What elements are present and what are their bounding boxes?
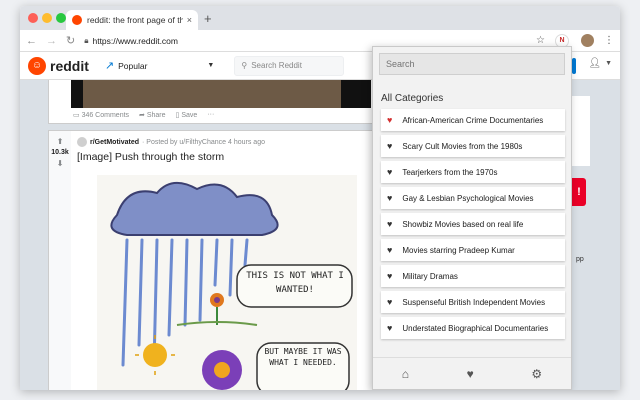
new-tab-button[interactable]: + — [204, 11, 212, 26]
heart-icon[interactable]: ♥ — [387, 141, 392, 151]
category-item[interactable]: ♥ Suspenseful British Independent Movies — [381, 291, 565, 313]
speech-bubble-2: BUT MAYBE IT WAS WHAT I NEEDED. — [264, 347, 342, 367]
post-image[interactable]: THIS IS NOT WHAT I WANTED! BUT MAYBE IT … — [97, 175, 357, 390]
heart-icon[interactable]: ♥ — [387, 323, 392, 333]
user-icon: 👤︎ — [588, 58, 602, 69]
downvote-icon[interactable]: ⬇ — [57, 159, 64, 168]
reddit-search-placeholder: Search Reddit — [251, 61, 302, 70]
more-button[interactable]: ··· — [207, 111, 214, 119]
close-window-button[interactable] — [28, 13, 38, 23]
speech-bubble-1: THIS IS NOT WHAT I WANTED! — [246, 271, 344, 295]
category-item[interactable]: ♥ Movies starring Pradeep Kumar — [381, 239, 565, 261]
login-button[interactable] — [572, 58, 576, 74]
vote-column: ⬆ 10.3k ⬇ — [49, 131, 71, 390]
category-search-input[interactable] — [379, 53, 565, 75]
feed-selector-label: Popular — [118, 60, 148, 71]
sidebar-card — [572, 96, 590, 166]
reddit-wordmark[interactable]: reddit — [50, 58, 89, 74]
category-item[interactable]: ♥ Gay & Lesbian Psychological Movies — [381, 187, 565, 209]
minimize-window-button[interactable] — [42, 13, 52, 23]
feed-selector[interactable]: ↗ Popular ▼ — [105, 59, 214, 72]
browser-tab[interactable]: reddit: the front page of the in × — [66, 10, 198, 30]
lock-icon: 🔒︎ — [84, 35, 89, 45]
heart-icon[interactable]: ♥ — [387, 219, 392, 229]
subreddit-icon — [77, 137, 87, 147]
reddit-logo-icon[interactable]: ☺ — [28, 56, 46, 75]
user-menu[interactable]: 👤︎ ▼ — [588, 58, 612, 69]
chevron-down-icon: ▼ — [207, 62, 215, 69]
url-text: https://www.reddit.com — [92, 35, 178, 46]
browser-window: reddit: the front page of the in × + ← →… — [20, 6, 620, 390]
category-item[interactable]: ♥ Understated Biographical Documentaries — [381, 317, 565, 339]
post-image[interactable] — [71, 80, 371, 108]
post-title[interactable]: [Image] Push through the storm — [77, 151, 224, 163]
settings-icon[interactable]: ⚙ — [531, 367, 542, 381]
previous-post-card[interactable]: ▭ 346 Comments ➦ Share ▯ Save ··· — [48, 80, 374, 124]
category-list: ♥ African-American Crime Documentaries ♥ S… — [381, 109, 565, 343]
address-bar[interactable]: 🔒︎ https://www.reddit.com — [84, 36, 526, 46]
reload-icon[interactable]: ↻ — [66, 34, 75, 47]
category-item[interactable]: ♥ Scary Cult Movies from the 1980s — [381, 135, 565, 157]
bookmark-star-icon[interactable]: ☆ — [536, 35, 545, 46]
heart-icon[interactable]: ♥ — [387, 245, 392, 255]
category-item[interactable]: ♥ Tearjerkers from the 1970s — [381, 161, 565, 183]
heart-icon[interactable]: ♥ — [387, 193, 392, 203]
chevron-down-icon: ▼ — [605, 60, 612, 67]
categories-heading: All Categories — [381, 93, 444, 104]
post-actions: ▭ 346 Comments ➦ Share ▯ Save ··· — [73, 111, 214, 119]
extension-popup: All Categories ♥African-American Crime D… — [372, 46, 572, 390]
vote-count: 10.3k — [51, 149, 69, 156]
heart-icon[interactable]: ♥ — [387, 167, 392, 177]
posted-by: · Posted by u/FilthyChance 4 hours ago — [142, 138, 265, 146]
back-icon[interactable]: ← — [26, 35, 37, 47]
upvote-icon[interactable]: ⬆ — [57, 137, 64, 146]
heart-icon[interactable]: ♥ — [387, 115, 392, 125]
reddit-favicon-icon — [72, 15, 82, 25]
heart-icon[interactable]: ♥ — [467, 367, 474, 381]
post-card[interactable]: ⬆ 10.3k ⬇ r/GetMotivated · Posted by u/F… — [48, 130, 374, 390]
alert-icon[interactable]: ! — [572, 178, 586, 206]
category-item[interactable]: ♥ Showbiz Movies based on real life — [381, 213, 565, 235]
heart-icon[interactable]: ♥ — [387, 297, 392, 307]
title-bar: reddit: the front page of the in × + — [20, 6, 620, 30]
search-icon: ⚲ — [241, 61, 248, 70]
home-icon[interactable]: ⌂ — [402, 367, 409, 381]
post-feed: ▭ 346 Comments ➦ Share ▯ Save ··· ⬆ 10.3… — [48, 80, 374, 390]
post-meta: r/GetMotivated · Posted by u/FilthyChanc… — [77, 137, 265, 147]
tab-title: reddit: the front page of the in — [87, 15, 183, 25]
tab-close-icon[interactable]: × — [187, 15, 192, 25]
profile-avatar[interactable] — [581, 34, 594, 47]
forward-icon[interactable]: → — [46, 35, 57, 47]
maximize-window-button[interactable] — [56, 13, 66, 23]
category-item[interactable]: ♥ African-American Crime Documentaries — [381, 109, 565, 131]
trending-icon: ↗ — [104, 60, 115, 72]
share-button[interactable]: ➦ Share — [139, 111, 166, 119]
heart-icon[interactable]: ♥ — [387, 271, 392, 281]
menu-kebab-icon[interactable]: ⋮ — [604, 35, 614, 46]
subreddit-link[interactable]: r/GetMotivated — [90, 139, 139, 146]
reddit-search-input[interactable]: ⚲ Search Reddit — [234, 55, 345, 76]
save-button[interactable]: ▯ Save — [176, 111, 198, 119]
sidebar-partial-text: pp — [576, 256, 584, 263]
popup-footer: ⌂ ♥ ⚙ — [373, 357, 571, 389]
comments-button[interactable]: ▭ 346 Comments — [73, 111, 129, 119]
storm-drawing: THIS IS NOT WHAT I WANTED! BUT MAYBE IT … — [110, 182, 353, 390]
category-item[interactable]: ♥ Military Dramas — [381, 265, 565, 287]
right-sidebar: ! pp — [572, 82, 590, 382]
